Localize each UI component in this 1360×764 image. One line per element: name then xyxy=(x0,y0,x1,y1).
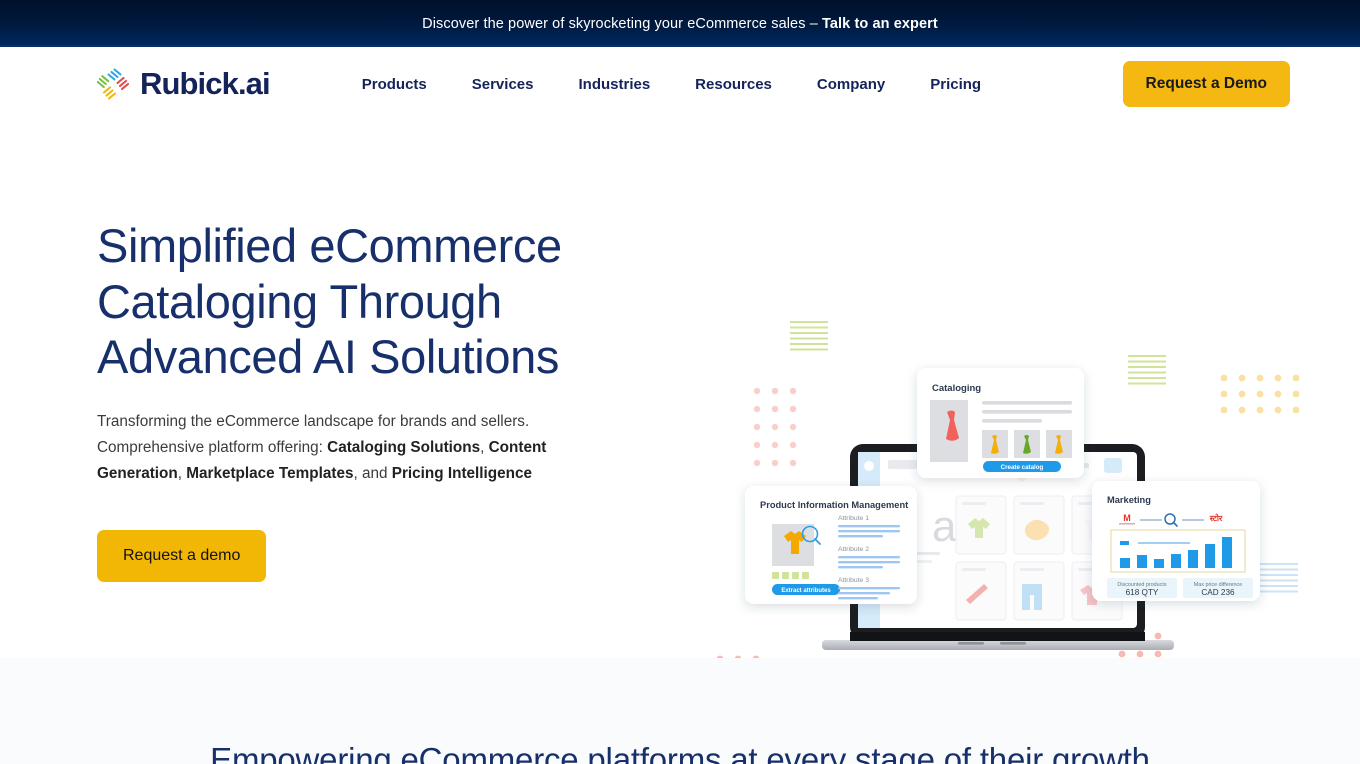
nav-links: Products Services Industries Resources C… xyxy=(362,76,981,93)
hero-title-line-3: Advanced AI Solutions xyxy=(97,330,559,383)
svg-text:M: M xyxy=(1123,513,1131,523)
hero-sub-bold-templates: Marketplace Templates xyxy=(186,464,354,482)
hero-illustration-svg: a Cataloging Create catalog Product Info… xyxy=(716,320,1300,658)
card-marketing-title: Marketing xyxy=(1107,495,1151,505)
svg-text:स्टोर: स्टोर xyxy=(1209,513,1223,523)
announcement-link[interactable]: Talk to an expert xyxy=(822,16,938,32)
hero-sub-sep-3: , and xyxy=(353,464,392,482)
hero-sub-sep-2: , xyxy=(177,464,187,482)
marketing-stat-1: Discounted products 618 QTY xyxy=(1107,578,1177,598)
announcement-text: Discover the power of skyrocketing your … xyxy=(422,16,938,32)
pim-attribute-1-label: Attribute 1 xyxy=(838,515,869,522)
hero-illustration: a Cataloging Create catalog Product Info… xyxy=(700,306,1320,658)
hero-subtitle: Transforming the eCommerce landscape for… xyxy=(97,409,587,487)
decor-pink-dots-left xyxy=(753,387,797,467)
decor-blue-stripes-right xyxy=(1260,562,1298,593)
main-navbar: Rubick.ai Products Services Industries R… xyxy=(0,47,1360,121)
nav-link-services[interactable]: Services xyxy=(472,76,534,93)
hero-section: Simplified eCommerce Cataloging Through … xyxy=(0,121,1360,658)
card-cataloging-title: Cataloging xyxy=(932,383,981,394)
rubick-logo-icon xyxy=(97,68,130,100)
request-demo-hero-button[interactable]: Request a demo xyxy=(97,529,267,582)
hero-title-line-1: Simplified eCommerce xyxy=(97,219,562,272)
logo-text: Rubick.ai xyxy=(140,66,271,101)
announcement-prefix: Discover the power of skyrocketing your … xyxy=(422,15,822,32)
card-pim-title: Product Information Management xyxy=(760,500,908,510)
pim-attribute-3-label: Attribute 3 xyxy=(838,577,869,584)
decor-green-stripes-topright xyxy=(1128,354,1166,385)
logo[interactable]: Rubick.ai xyxy=(97,66,271,102)
decor-green-stripes-topleft xyxy=(790,320,828,351)
hero-sub-bold-pricing: Pricing Intelligence xyxy=(391,464,533,482)
marketing-stat-2-value: CAD 236 xyxy=(1201,588,1235,597)
hero-copy: Simplified eCommerce Cataloging Through … xyxy=(97,218,597,582)
nav-link-resources[interactable]: Resources xyxy=(695,76,772,93)
page-title: Simplified eCommerce Cataloging Through … xyxy=(97,218,597,385)
extract-attributes-button-label: Extract attributes xyxy=(781,588,831,594)
nav-link-company[interactable]: Company xyxy=(817,76,885,93)
request-demo-nav-button[interactable]: Request a Demo xyxy=(1122,61,1290,107)
nav-link-industries[interactable]: Industries xyxy=(578,76,650,93)
hero-sub-sep-1: , xyxy=(480,438,489,456)
decor-orange-dots-topright xyxy=(1220,374,1300,414)
growth-section: Empowering eCommerce platforms at every … xyxy=(0,658,1360,764)
laptop-watermark: a xyxy=(932,502,957,551)
pim-attribute-2-label: Attribute 2 xyxy=(838,546,869,553)
marketing-stat-1-value: 618 QTY xyxy=(1126,588,1159,597)
create-catalog-button-label: Create catalog xyxy=(1001,464,1044,471)
nav-link-pricing[interactable]: Pricing xyxy=(930,76,981,93)
announcement-banner: Discover the power of skyrocketing your … xyxy=(0,0,1360,47)
nav-link-products[interactable]: Products xyxy=(362,76,427,93)
hero-sub-bold-cataloging: Cataloging Solutions xyxy=(327,438,481,456)
hero-title-line-2: Cataloging Through xyxy=(97,274,502,328)
marketing-stat-2: Max price difference CAD 236 xyxy=(1183,578,1253,598)
growth-section-heading: Empowering eCommerce platforms at every … xyxy=(210,741,1150,764)
